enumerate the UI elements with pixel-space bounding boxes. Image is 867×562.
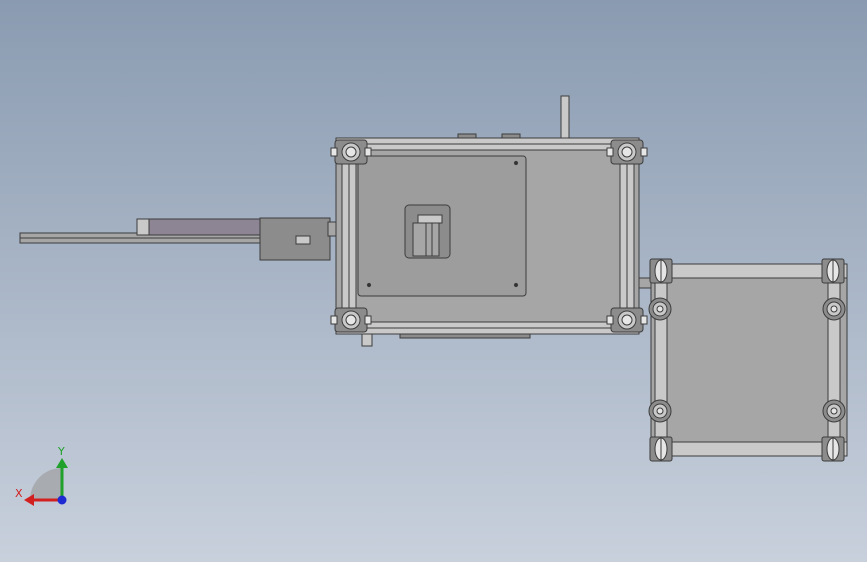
caster-wheel-icon <box>649 258 673 284</box>
caster-wheel-icon <box>821 436 845 462</box>
caster-wheel-icon <box>821 258 845 284</box>
caster-wheel-icon <box>822 399 846 423</box>
panel-screw <box>513 282 519 288</box>
caster-wheel-icon <box>648 297 672 321</box>
cart-rail-top <box>650 263 848 279</box>
model-canvas[interactable]: Y X <box>0 0 867 562</box>
bottom-foot <box>361 333 373 347</box>
panel-screw <box>513 160 519 166</box>
caster-wheel-icon <box>649 436 673 462</box>
triad-x-label: X <box>15 487 23 500</box>
arm-mount-block <box>259 217 331 261</box>
caster-wheel-icon <box>606 307 648 333</box>
top-post <box>560 95 570 139</box>
triad-z-axis <box>57 495 67 505</box>
caster-wheel-icon <box>822 297 846 321</box>
cad-viewport[interactable]: Y X <box>0 0 867 562</box>
triad-y-label: Y <box>57 445 65 458</box>
arm-mount-tab <box>295 235 311 245</box>
caster-wheel-icon <box>330 307 372 333</box>
cart-inner-panel <box>666 277 829 443</box>
caster-wheel-icon <box>648 399 672 423</box>
bottom-strip <box>399 333 531 339</box>
arm-upper-slide-cap <box>136 218 150 236</box>
panel-screw <box>366 282 372 288</box>
cart-rail-bottom <box>650 441 848 457</box>
arm-upper-slide <box>136 218 278 236</box>
caster-wheel-icon <box>330 139 372 165</box>
side-cart-assembly[interactable] <box>648 258 848 462</box>
caster-wheel-icon <box>606 139 648 165</box>
